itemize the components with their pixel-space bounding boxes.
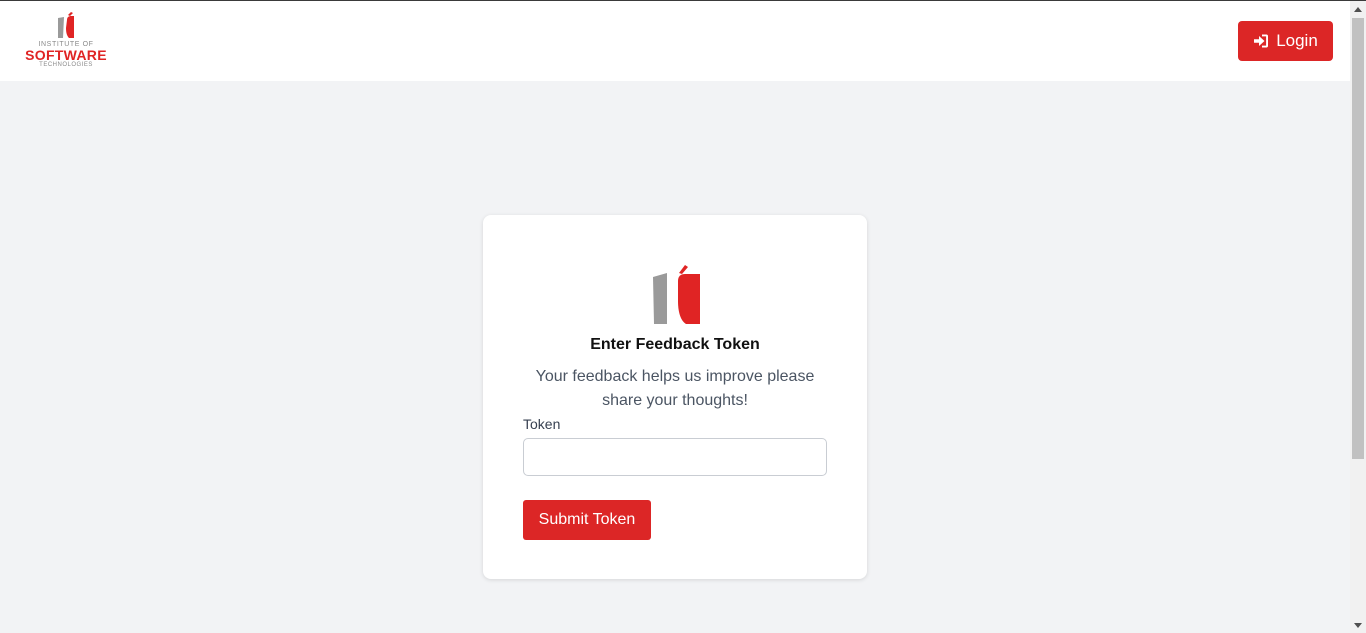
page: INSTITUTE OF SOFTWARE TECHNOLOGIES Login… [0,0,1366,633]
scrollbar-thumb[interactable] [1352,18,1364,459]
logo-text-line2: SOFTWARE [25,47,107,63]
token-input[interactable] [523,438,827,476]
card-subtitle: Your feedback helps us improve please sh… [535,368,815,409]
logo-text-line3: TECHNOLOGIES [39,62,93,68]
top-header: INSTITUTE OF SOFTWARE TECHNOLOGIES Login [0,1,1350,81]
feedback-token-card: Enter Feedback Token Your feedback helps… [483,215,867,579]
card-title: Enter Feedback Token [590,336,760,353]
sign-in-icon [1254,34,1269,48]
ist-logo-mark-icon [58,12,74,38]
login-button[interactable]: Login [1238,21,1333,61]
submit-token-button[interactable]: Submit Token [523,500,651,540]
login-button-label: Login [1276,31,1318,50]
ist-logo-mark-icon [653,265,700,324]
token-label: Token [523,416,561,432]
brand-logo[interactable]: INSTITUTE OF SOFTWARE TECHNOLOGIES [20,12,112,70]
scroll-up-arrow-icon[interactable] [1350,1,1366,17]
vertical-scrollbar[interactable] [1350,1,1366,633]
scroll-down-arrow-icon[interactable] [1350,617,1366,633]
